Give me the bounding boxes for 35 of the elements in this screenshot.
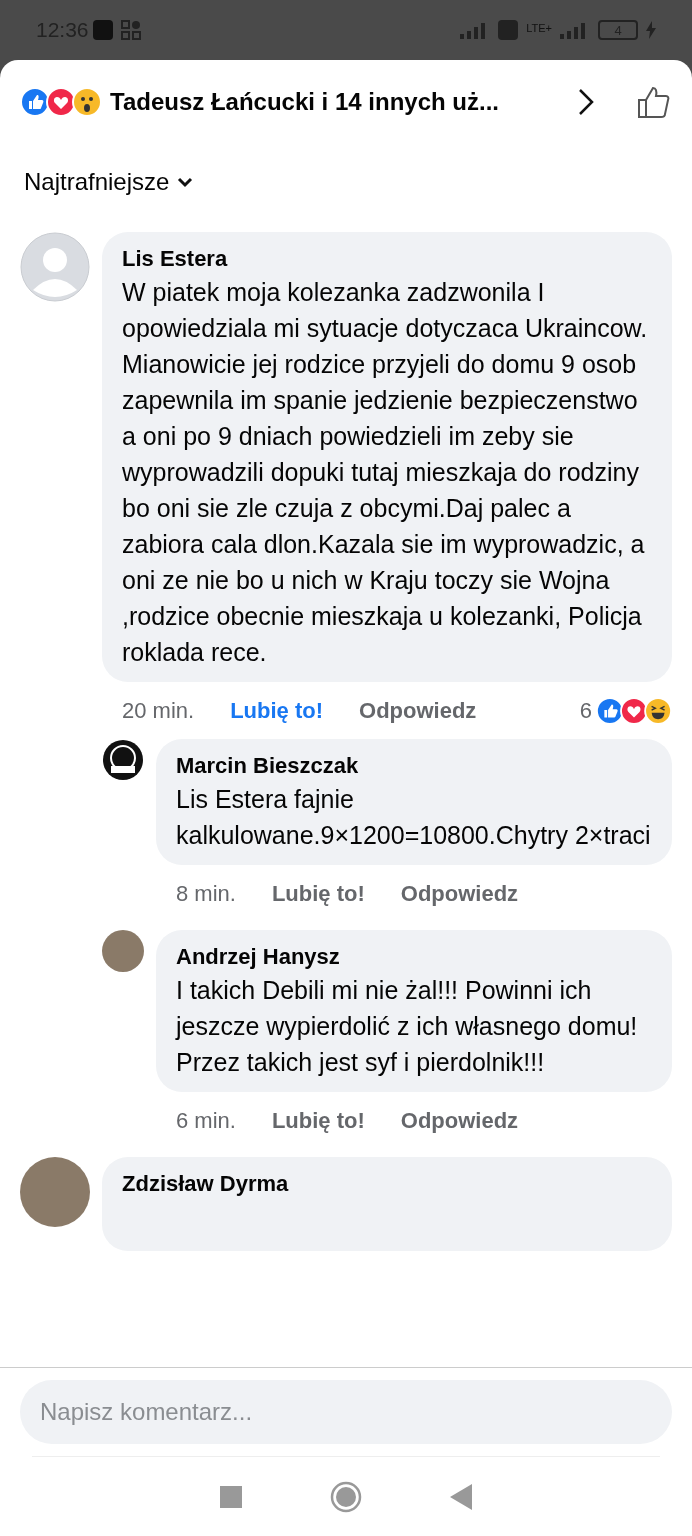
reaction-icons-icon[interactable]	[20, 87, 102, 117]
notification-icon	[92, 20, 113, 40]
comment-time: 6 min.	[176, 1107, 236, 1135]
back-icon[interactable]	[450, 1483, 472, 1510]
comment-time: 8 min.	[176, 880, 236, 908]
grid-icon	[120, 20, 141, 40]
comment-author[interactable]: Lis Estera	[122, 244, 652, 274]
comment-author[interactable]: Zdzisław Dyrma	[122, 1169, 652, 1199]
comment-text: W piatek moja kolezanka zadzwonila I opowiedziala mi sytuacje dotyczaca Ukraincow. Mianowicie jej rodzice przyjeli do domu 9 osob zapewnila im spanie jedzienie bezpieczenstwo a oni po 9 dniach powiedzieli im zeby sie wyprowadzili dopuki tutaj mieszkaja do rodziny bo oni sie zle czuja z obcymi.Daj palec a zabiora cala dlon.Kazala sie im wyprowadzic, a oni ze nie bo u nich w Kraju toczy sie Wojna ,rodzice obecnie mieszkaja u kolezanki, Policja roklada rece.	[122, 277, 649, 668]
reply-link[interactable]: Odpowiedz	[359, 694, 477, 727]
chevron-down-icon	[177, 176, 194, 188]
reaction-icons-icon[interactable]	[596, 696, 672, 725]
chevron-right-icon[interactable]	[576, 87, 596, 117]
reply-link[interactable]: Odpowiedz	[400, 1104, 519, 1137]
comment-input[interactable]: Napisz komentarz...	[20, 1380, 672, 1444]
reply-link[interactable]: Odpowiedz	[400, 877, 519, 910]
network-label: LTE+	[526, 21, 552, 36]
sort-dropdown[interactable]: Najtrafniejsze	[24, 164, 194, 200]
comment-text: I takich Debili mi nie żal!!! Powinni ich jeszcze wypierdolić z ich własnego domu! Przez takich jest syf i pierdolnik!!!	[176, 975, 639, 1078]
volte-icon	[498, 20, 519, 40]
reactions-summary[interactable]: Tadeusz Łańcucki i 14 innych uż...	[110, 84, 499, 120]
comment-time: 20 min.	[122, 697, 195, 725]
reaction-count: 6	[579, 697, 592, 725]
like-link[interactable]: Lubię to!	[230, 694, 324, 727]
comment-author[interactable]: Andrzej Hanysz	[176, 942, 652, 972]
recent-apps-icon[interactable]	[220, 1485, 242, 1508]
like-link[interactable]: Lubię to!	[271, 877, 365, 910]
like-link[interactable]: Lubię to!	[271, 1104, 365, 1137]
avatar-logo-icon[interactable]	[102, 739, 144, 781]
thumbs-up-icon[interactable]	[636, 84, 672, 120]
avatar-photo-placeholder[interactable]	[102, 930, 144, 972]
charging-icon	[646, 21, 656, 39]
home-icon[interactable]	[330, 1480, 362, 1513]
comment-text: Lis Estera fajnie kalkulowane.9×1200=10800.Chytry 2×traci	[176, 784, 652, 851]
comment-author[interactable]: Marcin Bieszczak	[176, 751, 652, 781]
